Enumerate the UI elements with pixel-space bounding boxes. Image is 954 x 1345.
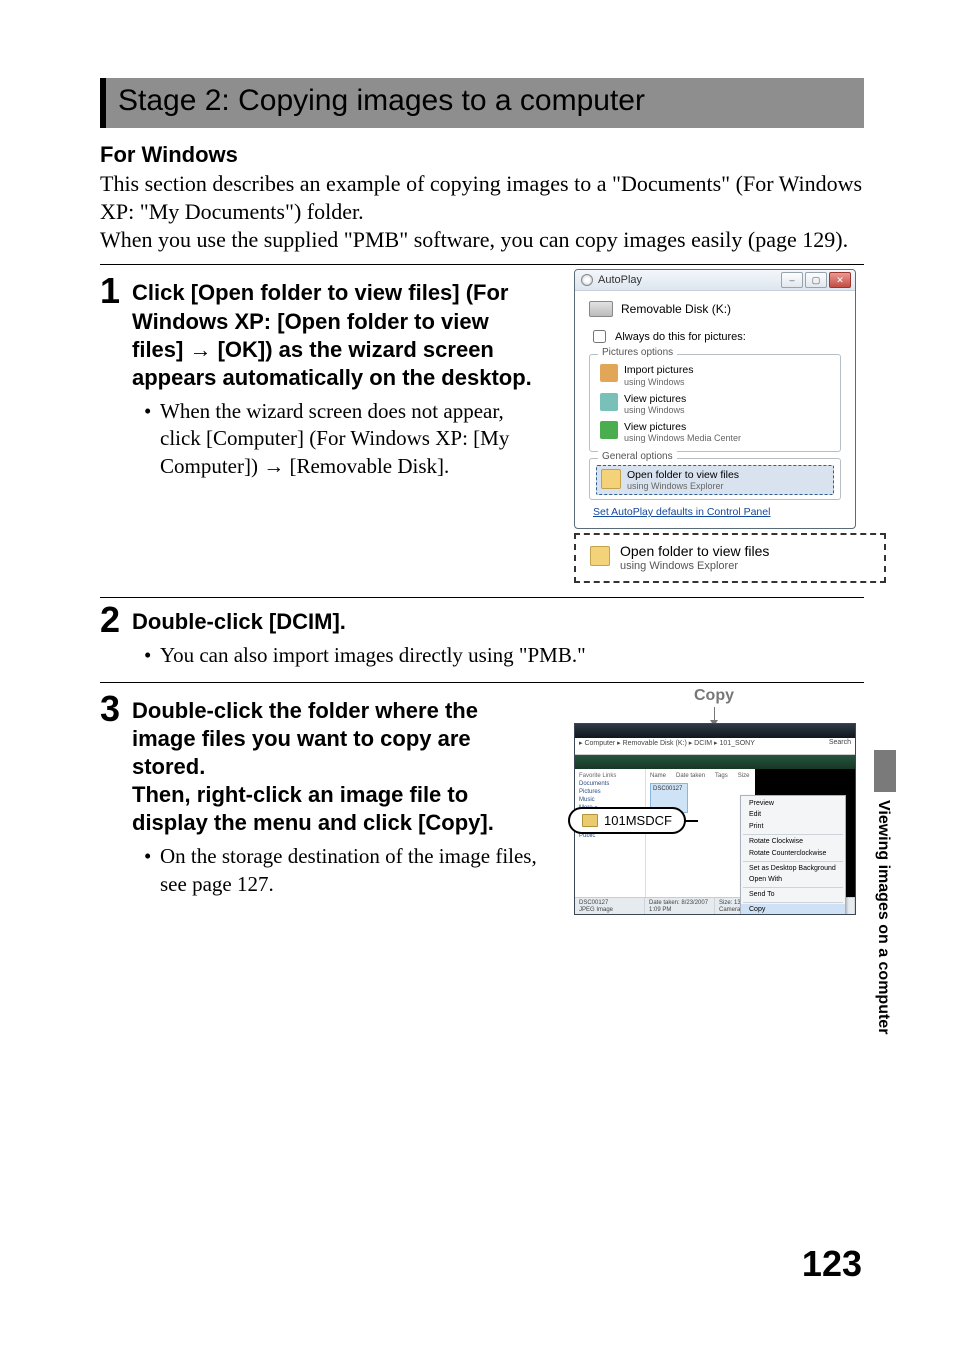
copy-label: Copy [574,687,854,705]
option-import-sub: using Windows [624,377,693,387]
pictures-legend: Pictures options [598,347,677,358]
side-favorite: Favorite Links [579,772,641,780]
ctx-send-to[interactable]: Send To [741,889,845,901]
option-view-pictures[interactable]: View pictures using Windows [596,390,834,418]
page-number: 123 [802,1243,862,1285]
step-3-note: On the storage destination of the image … [160,843,546,898]
side-pictures[interactable]: Pictures [579,788,641,796]
status-type: JPEG Image [579,907,640,914]
autoplay-general-group: General options Open folder to view file… [589,458,841,500]
callout-sub: using Windows Explorer [620,560,769,573]
ctx-rotate-cw[interactable]: Rotate Clockwise [741,836,845,848]
step-3-lead: Double-click the folder where the image … [132,697,546,838]
status-date: Date taken: 8/23/2007 1:09 PM [649,900,710,915]
drive-icon [589,301,613,317]
side-tab: Viewing images on a computer [874,750,896,1080]
step-2-number: 2 [100,602,126,638]
step-1-lead: Click [Open folder to view files] (For W… [132,279,546,392]
autoplay-always-row: Always do this for pictures: [589,327,841,346]
section-title: Stage 2: Copying images to a computer [118,84,852,118]
section-header-bar: Stage 2: Copying images to a computer [100,78,864,128]
mediacenter-icon [600,421,618,439]
always-checkbox[interactable] [593,330,606,343]
copy-arrow-icon [714,707,715,721]
view-icon [600,393,618,411]
step-2-note: You can also import images directly usin… [160,642,864,669]
option-open-folder[interactable]: Open folder to view files using Windows … [596,465,834,495]
option-folder-sub: using Windows Explorer [627,481,739,491]
step-1: 1 Click [Open folder to view files] (For… [100,273,546,482]
col-date[interactable]: Date taken [676,773,705,779]
divider [100,597,864,598]
explorer-search-hint: Search [829,739,851,753]
folder-label-callout: 101MSDCF [568,807,686,834]
side-tab-label: Viewing images on a computer [874,792,892,1034]
disc-icon [581,274,593,286]
autoplay-device: Removable Disk (K:) [589,301,841,317]
copy-illustration: Copy ▸ Computer ▸ Removable Disk (K:) ▸ … [574,687,854,915]
option-view1-sub: using Windows [624,405,686,415]
option-view2-title: View pictures [624,421,741,433]
callout-folder-icon [590,546,610,566]
intro-paragraph: This section describes an example of cop… [100,170,864,254]
autoplay-window: AutoPlay – ▢ ✕ Removable Disk (K:) [574,269,856,529]
close-button[interactable]: ✕ [829,272,851,288]
import-icon [600,364,618,382]
col-name[interactable]: Name [650,773,666,779]
side-tab-marker [874,750,896,792]
step-3-number: 3 [100,691,126,727]
ctx-print[interactable]: Print [741,821,845,833]
col-size[interactable]: Size [738,773,750,779]
maximize-button[interactable]: ▢ [805,272,827,288]
col-tags[interactable]: Tags [715,773,728,779]
explorer-toolbar [575,755,855,769]
divider [100,264,864,265]
step-1-note: When the wizard screen does not appear, … [160,398,546,480]
option-view-mediacenter[interactable]: View pictures using Windows Media Center [596,418,834,446]
ctx-set-background[interactable]: Set as Desktop Background [741,863,845,875]
autoplay-defaults-link[interactable]: Set AutoPlay defaults in Control Panel [589,506,841,518]
subhead-for-windows: For Windows [100,142,864,168]
callout-main: Open folder to view files [620,543,769,560]
context-menu: Preview Edit Print Rotate Clockwise Rota… [740,795,846,915]
autoplay-device-label: Removable Disk (K:) [621,302,731,316]
side-music[interactable]: Music [579,796,641,804]
always-label: Always do this for pictures: [615,331,746,343]
status-name: DSC00127 [579,900,640,908]
step-2: 2 Double-click [DCIM]. You can also impo… [100,602,864,671]
callout-open-folder: Open folder to view files using Windows … [574,533,886,583]
explorer-column-headers: Name Date taken Tags Size [650,773,751,779]
ctx-preview[interactable]: Preview [741,798,845,810]
autoplay-titlebar: AutoPlay – ▢ ✕ [575,270,855,291]
step-3: 3 Double-click the folder where the imag… [100,691,546,900]
minimize-button[interactable]: – [781,272,803,288]
option-view1-title: View pictures [624,393,686,405]
step-1-number: 1 [100,273,126,309]
option-import-title: Import pictures [624,364,693,376]
folder-callout-text: 101MSDCF [604,813,672,828]
autoplay-title-text: AutoPlay [598,274,642,286]
folder-icon [601,469,621,489]
explorer-path: ▸ Computer ▸ Removable Disk (K:) ▸ DCIM … [579,739,755,753]
divider [100,682,864,683]
option-import-pictures[interactable]: Import pictures using Windows [596,361,834,389]
folder-callout-icon [582,814,598,827]
explorer-titlebar [575,724,855,738]
ctx-open-with[interactable]: Open With [741,874,845,886]
step-2-lead: Double-click [DCIM]. [132,608,864,636]
side-documents[interactable]: Documents [579,780,641,788]
ctx-copy[interactable]: Copy [741,904,845,915]
option-view2-sub: using Windows Media Center [624,433,741,443]
ctx-edit[interactable]: Edit [741,809,845,821]
explorer-addressbar[interactable]: ▸ Computer ▸ Removable Disk (K:) ▸ DCIM … [575,738,855,755]
autoplay-pictures-group: Pictures options Import pictures using W… [589,354,841,451]
option-folder-title: Open folder to view files [627,469,739,481]
general-legend: General options [598,451,677,462]
ctx-rotate-ccw[interactable]: Rotate Counterclockwise [741,848,845,860]
